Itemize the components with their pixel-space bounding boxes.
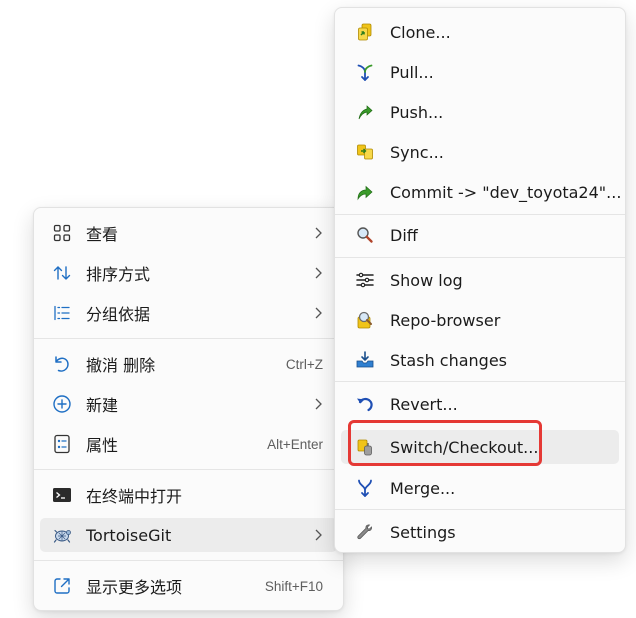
sort-icon [52, 263, 72, 283]
menu-item-view[interactable]: 查看 [40, 216, 337, 250]
revert-icon [355, 394, 375, 414]
context-menu: 查看 排序方式 分组依据 撤消 删除 Ctrl+Z 新建 属性 Alt+Ente… [33, 207, 344, 611]
magnifier-icon [355, 225, 375, 245]
submenu-item-repo-browser[interactable]: Repo-browser [341, 303, 619, 337]
grid-icon [52, 223, 72, 243]
menu-item-label: TortoiseGit [86, 525, 172, 545]
open-external-icon [52, 576, 72, 596]
menu-separator [34, 469, 343, 470]
keyboard-shortcut: Shift+F10 [264, 578, 323, 594]
menu-item-label: Diff [390, 225, 418, 245]
submenu-item-stash-changes[interactable]: Stash changes [341, 343, 619, 377]
menu-item-label: Merge... [390, 478, 456, 498]
submenu-item-commit[interactable]: Commit -> "dev_toyota24"... [341, 175, 622, 209]
menu-separator [335, 257, 625, 258]
menu-item-label: 查看 [86, 225, 119, 244]
show-log-icon [355, 270, 375, 290]
submenu-item-revert[interactable]: Revert... [341, 387, 619, 421]
menu-item-open-in-terminal[interactable]: 在终端中打开 [40, 478, 337, 512]
menu-item-label: 在终端中打开 [86, 487, 183, 506]
chevron-right-icon [315, 529, 322, 541]
menu-item-label: 撤消 删除 [86, 356, 156, 375]
switch-checkout-icon [355, 437, 375, 457]
menu-separator [34, 560, 343, 561]
menu-item-label: Commit -> "dev_toyota24"... [390, 182, 622, 202]
menu-item-sort-by[interactable]: 排序方式 [40, 256, 337, 290]
menu-separator [335, 381, 625, 382]
menu-item-tortoisegit[interactable]: TortoiseGit [40, 518, 337, 552]
submenu-item-pull[interactable]: Pull... [341, 55, 619, 89]
menu-item-group-by[interactable]: 分组依据 [40, 296, 337, 330]
submenu-item-diff[interactable]: Diff [341, 218, 619, 252]
menu-item-label: 分组依据 [86, 305, 151, 324]
submenu-item-sync[interactable]: Sync... [341, 135, 619, 169]
menu-item-label: Switch/Checkout... [390, 437, 539, 457]
menu-item-properties[interactable]: 属性 Alt+Enter [40, 427, 337, 461]
menu-item-label: Settings [390, 522, 456, 542]
menu-separator [335, 509, 625, 510]
tortoisegit-submenu: Clone... Pull... Push... Sync... Commit … [334, 7, 626, 553]
menu-item-label: Sync... [390, 142, 444, 162]
menu-item-new[interactable]: 新建 [40, 387, 337, 421]
submenu-item-clone[interactable]: Clone... [341, 15, 619, 49]
menu-item-label: 排序方式 [86, 265, 151, 284]
submenu-item-show-log[interactable]: Show log [341, 263, 619, 297]
group-list-icon [52, 303, 72, 323]
menu-item-label: Pull... [390, 62, 434, 82]
sync-icon [355, 142, 375, 162]
merge-icon [355, 478, 375, 498]
menu-item-label: Push... [390, 102, 444, 122]
menu-item-undo-delete[interactable]: 撤消 删除 Ctrl+Z [40, 347, 337, 381]
properties-icon [52, 434, 72, 454]
chevron-right-icon [315, 307, 322, 319]
menu-item-label: Clone... [390, 22, 451, 42]
add-circle-icon [52, 394, 72, 414]
menu-item-label: Revert... [390, 394, 458, 414]
menu-separator [34, 338, 343, 339]
menu-item-label: 显示更多选项 [86, 578, 183, 597]
submenu-item-settings[interactable]: Settings [341, 515, 619, 549]
wrench-icon [355, 522, 375, 542]
chevron-right-icon [315, 267, 322, 279]
commit-icon [355, 182, 375, 202]
submenu-item-merge[interactable]: Merge... [341, 471, 619, 505]
menu-item-label: Repo-browser [390, 310, 501, 330]
menu-separator [335, 214, 625, 215]
menu-item-label: 新建 [86, 396, 119, 415]
push-icon [355, 102, 375, 122]
keyboard-shortcut: Alt+Enter [267, 436, 323, 452]
clone-icon [355, 22, 375, 42]
menu-item-label: 属性 [86, 436, 119, 455]
pull-icon [355, 62, 375, 82]
terminal-icon [52, 485, 72, 505]
submenu-item-push[interactable]: Push... [341, 95, 619, 129]
menu-item-label: Stash changes [390, 350, 508, 370]
keyboard-shortcut: Ctrl+Z [285, 356, 323, 372]
repo-browser-icon [355, 310, 375, 330]
chevron-right-icon [315, 227, 322, 239]
undo-icon [52, 354, 72, 374]
chevron-right-icon [315, 398, 322, 410]
tortoisegit-icon [52, 525, 72, 545]
stash-icon [355, 350, 375, 370]
submenu-item-switch-checkout[interactable]: Switch/Checkout... [341, 430, 619, 464]
menu-item-show-more-options[interactable]: 显示更多选项 Shift+F10 [40, 569, 337, 603]
menu-item-label: Show log [390, 270, 463, 290]
